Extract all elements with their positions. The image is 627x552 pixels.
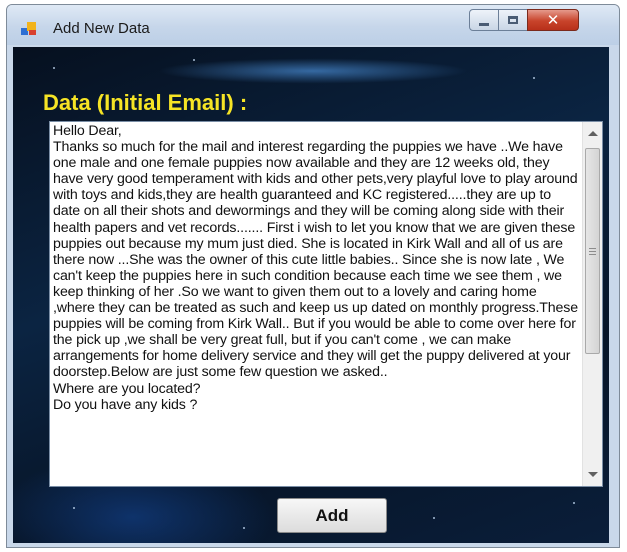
email-heading: Data (Initial Email) : [43,90,248,115]
scroll-up-arrow-icon[interactable] [588,131,598,136]
vertical-scrollbar[interactable] [582,122,602,486]
window-title: Add New Data [53,20,150,37]
close-icon: ✕ [546,10,560,29]
maximize-button[interactable] [498,9,528,31]
minimize-icon [479,22,489,26]
app-icon [21,22,37,36]
form-background: Data (Initial Email) : Hello Dear, Thank… [13,47,609,543]
add-new-data-window: Add New Data ✕ Data (Initial Email) : He… [6,4,620,548]
add-button[interactable]: Add [277,498,387,533]
scroll-down-arrow-icon[interactable] [588,472,598,477]
close-button[interactable]: ✕ [527,9,579,31]
maximize-icon [508,16,518,24]
scroll-thumb[interactable] [585,148,600,354]
title-bar[interactable]: Add New Data ✕ [7,5,619,45]
email-text[interactable]: Hello Dear, Thanks so much for the mail … [53,123,581,485]
email-textbox[interactable]: Hello Dear, Thanks so much for the mail … [49,121,603,487]
minimize-button[interactable] [469,9,499,31]
